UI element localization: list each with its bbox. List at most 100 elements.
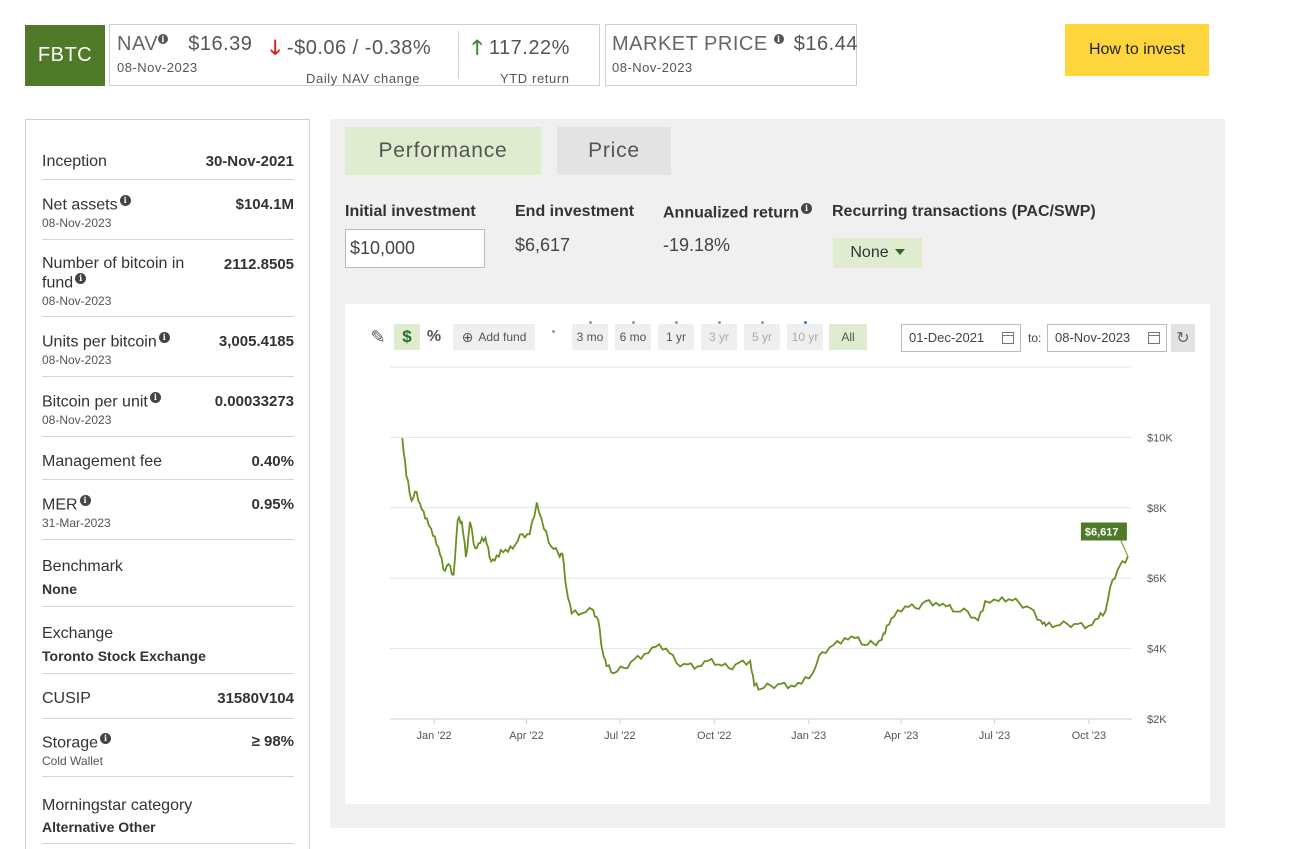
fact-row-management-fee: Management fee 0.40% (42, 437, 294, 480)
info-icon[interactable]: i (75, 273, 87, 284)
fact-date: 08-Nov-2023 (42, 353, 112, 367)
fact-value: 0.95% (251, 496, 294, 513)
fact-row-bitcoin-per-unit: Bitcoin per unit i 0.00033273 08-Nov-2023 (42, 377, 294, 437)
fact-value: 30-Nov-2021 (205, 153, 294, 170)
x-tick-label: Jan '23 (791, 730, 826, 742)
fact-date: 08-Nov-2023 (42, 294, 112, 308)
ytd-value: 117.22% (488, 37, 570, 59)
info-icon[interactable]: i (149, 392, 161, 403)
x-tick-label: Jul '22 (604, 730, 635, 742)
fact-row-bitcoin-in-fund: Number of bitcoin in fund i 2112.8505 08-… (42, 240, 294, 317)
market-price-value: $16.44 (793, 33, 858, 55)
x-tick-label: Oct '23 (1072, 730, 1107, 742)
how-to-invest-button[interactable]: How to invest (1065, 24, 1209, 76)
fund-facts-panel: Inception 30-Nov-2021 Net assets i $104.1… (25, 119, 310, 849)
recurring-transactions-dropdown[interactable]: None (833, 238, 922, 268)
fact-label: Units per bitcoin i (42, 332, 170, 351)
y-axis-ticks: $2K $4K $6K $8K $10K (1147, 432, 1173, 726)
chart-card: ✎ $ % ⊕ Add fund 3 mo 6 mo 1 yr 3 yr 5 yr… (345, 304, 1210, 804)
dropdown-value: None (850, 244, 889, 261)
end-label-text: $6,617 (1085, 526, 1119, 538)
info-icon[interactable]: i (119, 195, 131, 206)
annualized-return-label: Annualized return i (663, 203, 813, 222)
fact-label: Management fee (42, 453, 163, 470)
info-icon[interactable]: i (158, 332, 170, 343)
fact-date: 31-Mar-2023 (42, 516, 111, 530)
annualized-return-value: -19.18% (663, 235, 731, 255)
x-tick-label: Jan '22 (417, 730, 452, 742)
x-tick-label: Oct '22 (697, 730, 732, 742)
fact-value: 0.00033273 (214, 393, 294, 410)
y-tick-label: $2K (1147, 714, 1167, 726)
market-price-box: MARKET PRICE i $16.44 08-Nov-2023 (605, 24, 857, 86)
fact-row-exchange: Exchange Toronto Stock Exchange (42, 607, 294, 674)
nav-value: $16.39 (188, 33, 253, 55)
fact-value: $104.1M (235, 196, 294, 213)
info-icon[interactable]: i (773, 34, 784, 45)
ytd-block: 🡑 117.22% YTD return (472, 33, 570, 86)
fact-label: Storage i (42, 733, 112, 752)
fact-row-benchmark: Benchmark None (42, 540, 294, 607)
fact-value: 31580V104 (217, 690, 294, 707)
fact-value: Alternative Other (42, 819, 156, 835)
header-divider (458, 31, 459, 79)
fact-row-cusip: CUSIP 31580V104 (42, 674, 294, 719)
fact-label: CUSIP (42, 690, 91, 707)
tab-performance[interactable]: Performance (345, 127, 541, 175)
info-icon[interactable]: i (100, 733, 112, 744)
market-price-date: 08-Nov-2023 (612, 60, 693, 75)
market-price-label: MARKET PRICE (612, 33, 768, 55)
info-icon[interactable]: i (79, 495, 91, 506)
y-tick-label: $10K (1147, 432, 1173, 444)
fact-label: MER i (42, 495, 91, 514)
x-tick-label: Jul '23 (979, 730, 1010, 742)
fact-row-units-per-bitcoin: Units per bitcoin i 3,005.4185 08-Nov-202… (42, 317, 294, 377)
performance-chart: $2K $4K $6K $8K $10K Jan '22 Apr '22 Jul '22 Oc… (390, 366, 1173, 742)
y-tick-label: $8K (1147, 503, 1167, 515)
fact-value: 3,005.4185 (218, 333, 294, 350)
fact-row-net-assets: Net assets i $104.1M 08-Nov-2023 (42, 180, 294, 240)
daily-change-value: -$0.06 / -0.38% (286, 37, 432, 59)
fact-label: Benchmark (42, 558, 123, 575)
caret-down-icon (894, 248, 905, 255)
end-investment-value: $6,617 (515, 235, 571, 255)
fact-row-mer: MER i 0.95% 31-Mar-2023 (42, 480, 294, 540)
x-tick-label: Apr '23 (884, 730, 919, 742)
fact-value: 2112.8505 (223, 256, 294, 273)
end-value-label: $6,617 (1080, 522, 1129, 557)
info-icon[interactable]: i (158, 34, 169, 45)
info-icon[interactable]: i (801, 203, 813, 214)
fact-value: 0.40% (251, 453, 294, 470)
y-tick-label: $4K (1147, 644, 1167, 656)
arrow-down-icon: 🡓 (270, 37, 281, 59)
nav-label: NAV (117, 33, 159, 55)
daily-change-block: 🡓 -$0.06 / -0.38% Daily NAV change (270, 33, 450, 86)
arrow-up-icon: 🡑 (472, 37, 483, 59)
ytd-label: YTD return (500, 71, 570, 86)
daily-change-label: Daily NAV change (306, 71, 421, 86)
performance-panel: Performance Price Initial investment End… (330, 119, 1225, 828)
fact-label: Bitcoin per unit i (42, 392, 161, 411)
market-price-title: MARKET PRICE i $16.44 (612, 33, 858, 56)
fact-label: Morningstar category (42, 797, 193, 814)
x-axis-ticks: Jan '22 Apr '22 Jul '22 Oct '22 Jan '23 Apr '… (417, 719, 1107, 742)
fact-row-morningstar-category: Morningstar category Alternative Other (42, 777, 294, 844)
nav-title: NAV i $16.39 (117, 33, 252, 56)
x-tick-label: Apr '22 (509, 730, 544, 742)
chart-series-line (401, 438, 1129, 691)
initial-investment-input[interactable] (345, 229, 485, 268)
fact-label: Number of bitcoin in fund i (42, 255, 185, 292)
fact-value: ≥ 98% (251, 733, 294, 750)
fact-label: Exchange (42, 625, 114, 642)
nav-date: 08-Nov-2023 (117, 60, 198, 75)
fact-label: Inception (42, 153, 107, 170)
end-investment-label: End investment (515, 203, 635, 220)
end-label-leader (1120, 540, 1129, 557)
tab-price[interactable]: Price (557, 127, 671, 175)
chart-grid (390, 366, 1132, 720)
initial-investment-label: Initial investment (345, 203, 476, 220)
fact-date: 08-Nov-2023 (42, 216, 112, 230)
fact-row-inception: Inception 30-Nov-2021 (42, 147, 294, 180)
fact-row-storage: Storage i ≥ 98% Cold Wallet (42, 719, 294, 777)
y-tick-label: $6K (1147, 573, 1167, 585)
